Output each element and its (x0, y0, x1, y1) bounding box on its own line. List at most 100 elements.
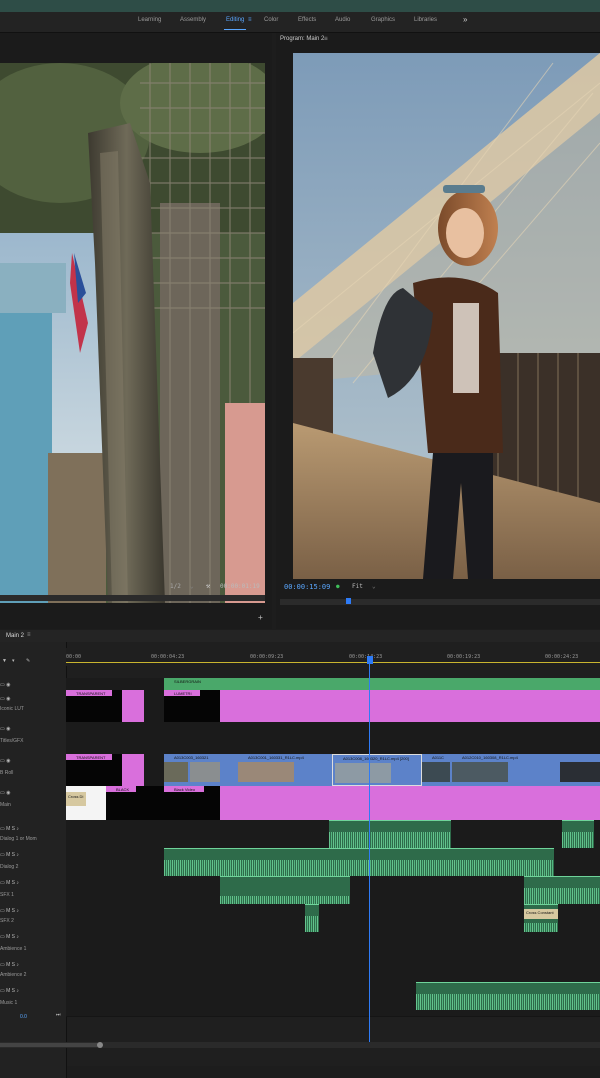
timeline-tab-bar: Main 2 ≡ (0, 630, 600, 642)
speaker-icon[interactable]: ▭ M S ♪ (0, 934, 19, 940)
workspace-learning[interactable]: Learning (138, 17, 161, 23)
time-ruler[interactable]: 00:00 00:00:04:23 00:00:09:23 00:00:14:2… (66, 648, 600, 666)
clip-black-video[interactable]: Black Video (164, 786, 220, 820)
speaker-icon[interactable]: ▭ M S ♪ (0, 852, 19, 858)
workspace-effects[interactable]: Effects (298, 17, 316, 23)
speaker-icon[interactable]: ▭ M S ♪ (0, 880, 19, 886)
track-label: Titles/GFX (0, 738, 24, 744)
active-workspace-underline (224, 29, 246, 30)
workspace-libraries[interactable]: Libraries (414, 17, 437, 23)
program-fit-select[interactable]: Fit (352, 583, 363, 590)
clip-broll-5[interactable]: A012C010_160308_R1LC.mp4 (452, 754, 560, 786)
clip-label: A012C010_160308_R1LC.mp4 (462, 755, 518, 760)
film-icon[interactable]: ▭ ◉ (0, 790, 10, 796)
clip-lumetri[interactable]: LUMETRI (164, 690, 220, 722)
track-label: SFX 2 (0, 918, 14, 924)
clip-thumbnail (164, 762, 188, 782)
work-area-bar[interactable] (66, 662, 600, 663)
ruler-tick: 00:00 (66, 654, 82, 660)
clip-broll-6[interactable] (560, 754, 600, 786)
clip-pink-1[interactable] (122, 690, 144, 722)
clip-label: A013C008_160320_R1LC.mp4 [200] (343, 756, 409, 761)
program-monitor-title: Program: Main 2 (280, 36, 325, 42)
speaker-icon[interactable]: ▭ M S ♪ (0, 962, 19, 968)
clip-black-1[interactable]: BLACK (106, 786, 164, 820)
clip-pink-3[interactable] (122, 754, 144, 786)
panel-menu-icon[interactable]: ≡ (324, 35, 328, 42)
clip-thumbnail (190, 762, 220, 782)
clip-broll-3[interactable]: A013C008_160320_R1LC.mp4 [200] (332, 754, 422, 786)
clip-label: TRANSPARENT (76, 691, 106, 696)
audio-clip-dialog2[interactable] (164, 848, 454, 876)
audio-clip-dialog1[interactable] (329, 820, 451, 848)
workspace-graphics[interactable]: Graphics (371, 17, 395, 23)
workspace-editing[interactable]: Editing (226, 17, 244, 23)
audio-clip-dialog1b[interactable] (562, 820, 594, 848)
clip-main-video[interactable] (220, 786, 600, 820)
chevron-down-icon[interactable]: ⌄ (372, 583, 376, 590)
program-timecode[interactable]: 00:00:15:09 (284, 583, 330, 591)
source-scrub-bar[interactable] (0, 595, 265, 601)
clip-pink-2[interactable] (220, 690, 600, 722)
double-chevron-right-icon[interactable]: » (463, 15, 467, 24)
timeline-horizontal-scrollbar[interactable] (0, 1042, 600, 1048)
clip-thumbnail (335, 763, 391, 783)
film-icon[interactable]: ▭ ◉ (0, 758, 10, 764)
audio-clip-sfx2[interactable] (305, 904, 319, 932)
clip-transparent-2[interactable]: TRANSPARENT (66, 754, 122, 786)
speaker-icon[interactable]: ▭ M S ♪ (0, 988, 19, 994)
audio-clip-sfx1b[interactable] (524, 876, 600, 904)
ruler-tick: 00:00:09:23 (250, 654, 284, 660)
ruler-tick: 00:00:19:23 (447, 654, 481, 660)
clip-broll-1[interactable]: A013C003_160321 (164, 754, 238, 786)
track-v4 (66, 722, 600, 753)
film-icon[interactable]: ▭ ◉ (0, 682, 10, 688)
track-a4 (66, 904, 600, 933)
zoom-handle[interactable] (97, 1042, 103, 1048)
playhead-line[interactable] (369, 664, 370, 1042)
playhead-handle[interactable] (367, 656, 373, 664)
workspace-audio[interactable]: Audio (335, 17, 350, 23)
clip-label: Cross Constant (526, 910, 554, 915)
track-label: Dialog 2 (0, 864, 19, 870)
master-volume-value[interactable]: 0.0 (20, 1014, 27, 1020)
speaker-icon[interactable]: ▭ M S ♪ (0, 826, 19, 832)
film-icon[interactable]: ▭ ◉ (0, 696, 10, 702)
clip-broll-2[interactable]: A013C001_160331_R1LC.mp4 (238, 754, 332, 786)
audio-clip-sfx2b[interactable]: Cross Constant (524, 904, 558, 932)
title-strip (0, 0, 600, 12)
clip-silbergrain[interactable]: SILBERGRAIN (164, 678, 600, 690)
workspace-assembly[interactable]: Assembly (180, 17, 206, 23)
audio-clip-music1[interactable] (416, 982, 600, 1010)
source-video-image (0, 63, 265, 603)
program-scrub-bar[interactable] (280, 599, 600, 605)
clip-thumbnail (452, 762, 508, 782)
clip-label: SILBERGRAIN (174, 679, 201, 684)
speaker-icon[interactable]: ▭ M S ♪ (0, 908, 19, 914)
workspace-menu-icon[interactable]: ≡ (248, 17, 252, 23)
wrench-icon[interactable]: ⚒ (206, 582, 210, 590)
audio-clip-sfx1[interactable] (220, 876, 350, 904)
marker-icon[interactable]: ● (336, 583, 340, 590)
source-zoom-select[interactable]: 1/2 (170, 583, 181, 590)
track-label: Iconic LUT (0, 706, 24, 712)
clip-label: A011C (432, 755, 444, 760)
clip-label: A013C003_160321 (174, 755, 209, 760)
program-monitor: Program: Main 2 ≡ 00:00:15:09 ● Fit ⌄ (276, 33, 600, 629)
clip-thumbnail (422, 762, 450, 782)
clip-broll-4[interactable]: A011C (422, 754, 452, 786)
clip-cross-dissolve-1[interactable]: Cross Di (66, 786, 106, 820)
program-playhead-marker[interactable] (346, 598, 351, 604)
film-icon[interactable]: ▭ ◉ (0, 726, 10, 732)
ruler-tick: 00:00:24:23 (545, 654, 579, 660)
track-label: B Roll (0, 770, 14, 776)
program-video-frame (293, 53, 600, 579)
chevron-down-icon[interactable]: ⌄ (190, 583, 194, 590)
add-button-icon[interactable]: + (258, 613, 263, 622)
track-label: Music 1 (0, 1000, 18, 1006)
clip-label: LUMETRI (174, 691, 192, 696)
clip-transparent-1[interactable]: TRANSPARENT (66, 690, 122, 722)
workspace-color[interactable]: Color (264, 17, 278, 23)
audio-clip-dialog2b[interactable] (454, 848, 554, 876)
skip-end-icon[interactable]: ⏭ (56, 1012, 61, 1018)
